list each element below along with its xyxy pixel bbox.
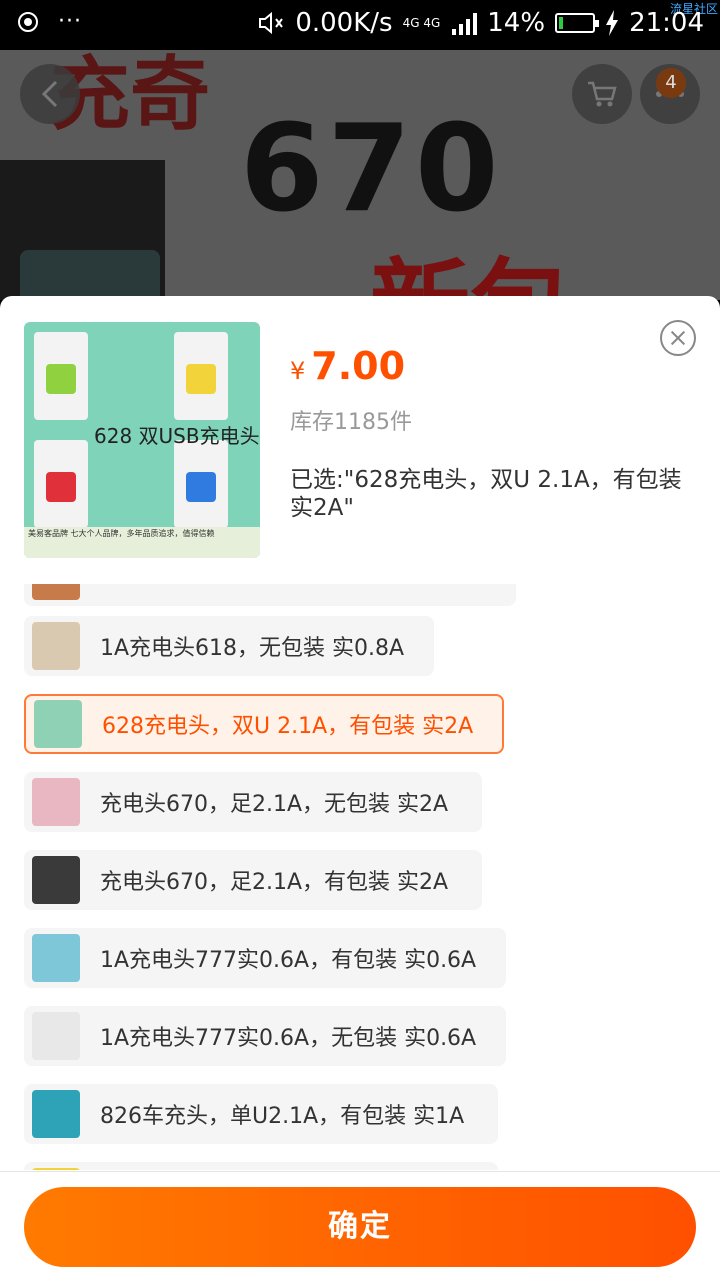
option-thumb xyxy=(32,1012,80,1060)
status-bar: ··· 流星社区 0.00K/s 4G 4G 14% 21:04 xyxy=(0,0,720,50)
thumb-charger-blue xyxy=(186,472,216,502)
sku-selection-sheet: 628 双USB充电头，2.1A 美易客品牌 七大个人品牌，多年品质追求，值得信… xyxy=(0,296,720,1280)
option-label: 826车充头，单U2.1A，有包装 实1A xyxy=(100,1104,465,1129)
sku-option[interactable]: 1A充电头618，无包装 实0.8A xyxy=(24,616,434,676)
option-label: 充电头670，足2.1A，无包装 实2A xyxy=(100,792,449,817)
price-amount: 7.00 xyxy=(311,344,406,388)
sheet-footer: 确定 xyxy=(0,1171,720,1280)
battery-percent: 14% xyxy=(487,8,546,38)
product-box-label xyxy=(20,250,160,300)
sku-option-selected[interactable]: 628充电头，双U 2.1A，有包装 实2A xyxy=(24,694,504,754)
currency-symbol: ¥ xyxy=(290,357,306,385)
option-label: 1A充电头777实0.6A，无包装 实0.6A xyxy=(100,1026,477,1051)
thumb-charger-green xyxy=(46,364,76,394)
sku-options-list[interactable]: 1A充电头618，无包装 实0.8A 628充电头，双U 2.1A，有包装 实2… xyxy=(0,584,720,1170)
charging-icon xyxy=(606,10,619,36)
option-label: 1A充电头777实0.6A，有包装 实0.6A xyxy=(100,948,477,973)
option-label: 628充电头，双U 2.1A，有包装 实2A xyxy=(102,714,474,739)
record-icon xyxy=(18,12,38,32)
battery-icon xyxy=(555,13,600,33)
thumb-footer-text: 美易客品牌 七大个人品牌，多年品质追求，值得信赖 xyxy=(24,527,260,558)
option-thumb xyxy=(34,700,82,748)
cart-icon xyxy=(588,81,617,107)
option-thumb xyxy=(32,934,80,982)
option-label: 1A充电头618，无包装 实0.8A xyxy=(100,636,405,661)
sku-option[interactable]: 充电头670，足2.1A，有包装 实2A xyxy=(24,850,482,910)
thumb-charger-red xyxy=(46,472,76,502)
network-type: 4G 4G xyxy=(402,16,441,30)
stock-count: 库存1185件 xyxy=(290,410,412,435)
product-image-background: 充奇 670 新包 4 xyxy=(0,50,720,300)
sku-option[interactable]: 1A充电头777实0.6A，无包装 实0.6A xyxy=(24,1006,506,1066)
option-label: 充电头670，足2.1A，有包装 实2A xyxy=(100,870,449,895)
mute-icon xyxy=(257,9,285,37)
thumb-caption: 628 双USB充电头，2.1A xyxy=(94,424,260,448)
confirm-button[interactable]: 确定 xyxy=(24,1187,696,1267)
option-thumb xyxy=(32,622,80,670)
selected-sku-text: 已选:"628充电头，双U 2.1A，有包装 实2A" xyxy=(290,467,682,521)
network-speed: 0.00K/s xyxy=(295,8,393,38)
sku-option[interactable]: 充电头670，足2.1A，无包装 实2A xyxy=(24,772,482,832)
sku-thumbnail: 628 双USB充电头，2.1A 美易客品牌 七大个人品牌，多年品质追求，值得信… xyxy=(24,322,260,558)
price: ¥7.00 xyxy=(290,344,405,388)
clock: 21:04 xyxy=(629,8,704,38)
sku-option[interactable]: 1A充电头777实0.6A，有包装 实0.6A xyxy=(24,928,506,988)
more-icon: ··· xyxy=(58,9,82,34)
product-image-red-text-bottom: 新包 xyxy=(370,225,570,300)
close-icon[interactable] xyxy=(660,320,696,356)
chevron-left-icon xyxy=(41,80,58,108)
thumb-charger-yellow xyxy=(186,364,216,394)
option-thumb xyxy=(32,1168,80,1170)
signal-icon xyxy=(452,11,478,35)
option-thumb xyxy=(32,584,80,600)
sku-option-partial[interactable] xyxy=(24,584,516,606)
option-thumb xyxy=(32,1090,80,1138)
back-button[interactable] xyxy=(20,64,80,124)
option-thumb xyxy=(32,778,80,826)
cart-count-badge: 4 xyxy=(656,68,686,98)
product-image-number: 670 xyxy=(240,100,503,239)
option-thumb xyxy=(32,856,80,904)
sku-option[interactable]: 826车充头，单U2.1A，有包装 实1A xyxy=(24,1084,498,1144)
sku-option-partial[interactable] xyxy=(24,1162,498,1170)
cart-button[interactable] xyxy=(572,64,632,124)
